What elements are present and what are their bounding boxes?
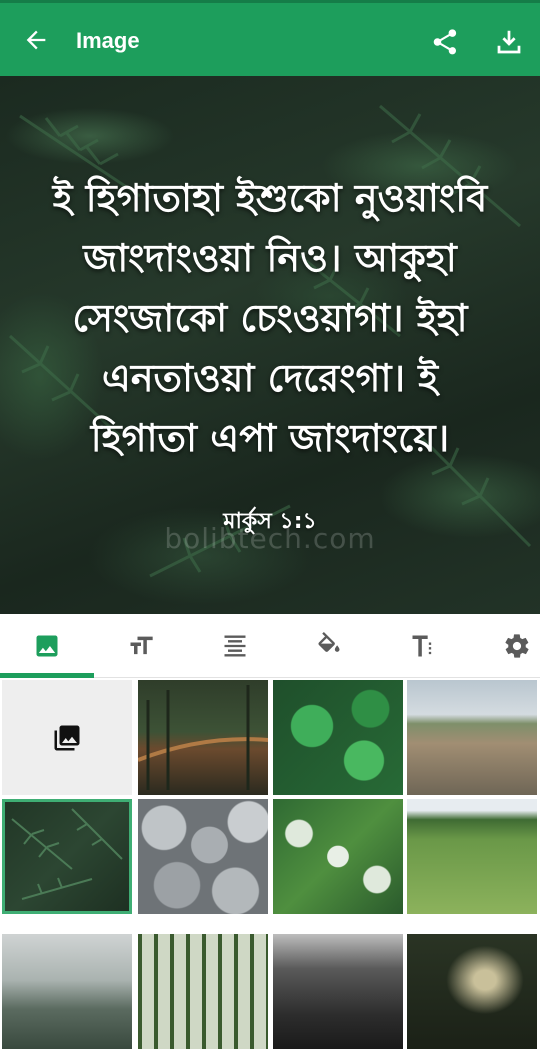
gear-icon [505,634,529,658]
verse-line: ই হিগাতাহা ইশুকো নুওয়াংবি [52,176,488,220]
page-title: Image [76,28,140,53]
text-align-icon [224,635,246,657]
arrow-back-icon[interactable] [22,26,50,54]
verse-line: সেংজাকো চেংওয়াগা। ইহা [72,296,468,340]
thumbnail-misty-mountain[interactable] [2,934,132,1049]
paint-bucket-icon [318,632,340,652]
thumbnail-green-clover[interactable] [273,680,403,795]
thumbnail-forest-path[interactable] [407,934,537,1049]
thumbnail-wheat-field[interactable] [407,799,537,914]
tab-align[interactable] [188,614,282,678]
font-size-icon [130,636,153,655]
thumbnail-palm-trees[interactable] [138,934,268,1049]
verse-line: হিগাতা এপা জাংদাংয়ে। [90,416,450,460]
thumbnail-city-street[interactable] [273,934,403,1049]
bridge-shape [138,685,268,790]
photo-library-icon [54,725,80,750]
verse-line: জাংদাংওয়া নিও। আকুহা [83,236,457,280]
watermark: bolibtech.com [164,522,376,555]
share-icon[interactable] [430,27,460,57]
image-icon [36,635,58,657]
tab-font[interactable] [94,614,188,678]
thumbnail-fern-leaves[interactable] [2,799,132,914]
text-format-icon [412,635,432,657]
fern-shape [11,808,123,900]
download-icon[interactable] [494,27,524,57]
thumbnail-river-field[interactable] [407,680,537,795]
tab-background[interactable] [0,614,94,678]
tab-settings[interactable] [470,614,540,678]
gallery-picker-button[interactable] [2,680,132,795]
verse-text: ই হিগাতাহা ইশুকো নুওয়াংবি জাংদাংওয়া নি… [20,168,520,468]
tab-text-style[interactable] [376,614,470,678]
background-grid [0,678,540,1063]
app-bar: Image [0,0,540,76]
image-preview[interactable]: ই হিগাতাহা ইশুকো নুওয়াংবি জাংদাংওয়া নি… [0,76,540,614]
thumbnail-gray-stones[interactable] [138,799,268,914]
tab-color[interactable] [282,614,376,678]
verse-line: এনতাওয়া দেরেংগা। ই [101,356,439,400]
thumbnail-forest-bridge[interactable] [138,680,268,795]
editor-tab-bar [0,614,540,678]
thumbnail-tree-canopy[interactable] [273,799,403,914]
